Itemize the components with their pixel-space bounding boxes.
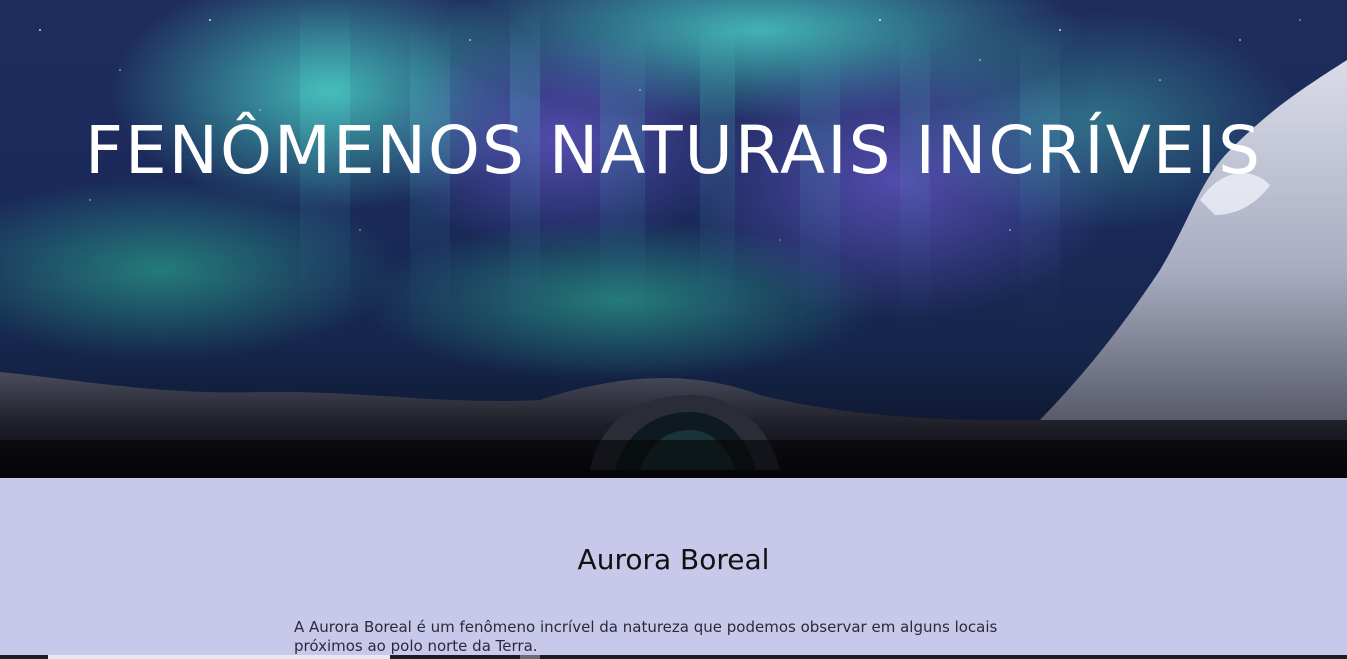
hero-banner: FENÔMENOS NATURAIS INCRÍVEIS (0, 0, 1347, 478)
page-title: FENÔMENOS NATURAIS INCRÍVEIS (85, 112, 1262, 189)
section-title: Aurora Boreal (577, 543, 770, 576)
content-section: Aurora Boreal A Aurora Boreal é um fenôm… (0, 478, 1347, 659)
image-strip-mid (520, 655, 540, 659)
section-paragraph: A Aurora Boreal é um fenômeno incrível d… (294, 618, 998, 655)
bottom-image-edge (0, 655, 1347, 659)
aurora-landscape-image (0, 0, 1347, 478)
image-strip-light (48, 655, 390, 659)
